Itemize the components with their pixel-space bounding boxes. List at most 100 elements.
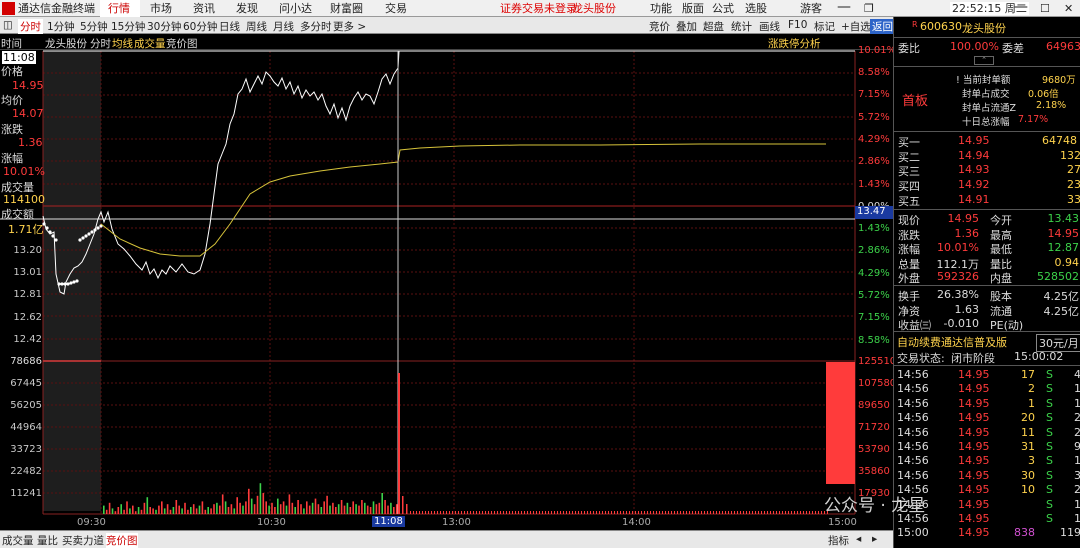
- volume-bar: [221, 494, 224, 514]
- tab-month[interactable]: 月线: [273, 19, 294, 34]
- volume-bar: [500, 511, 501, 514]
- volume-bar: [701, 511, 702, 514]
- scroll-right-icon[interactable]: ▸: [872, 533, 877, 545]
- tab-auction[interactable]: 竞价图: [106, 533, 138, 548]
- volume-bar: [485, 511, 486, 514]
- btn-f10[interactable]: F10: [788, 19, 807, 31]
- buy-price[interactable]: 14.95: [958, 134, 990, 147]
- price-pct-tick: 5.72%: [858, 112, 890, 123]
- btn-biaoji[interactable]: 标记: [814, 19, 835, 34]
- menu-xuangu[interactable]: 选股: [745, 2, 767, 15]
- tab-volume[interactable]: 成交量: [2, 533, 34, 548]
- promo-text[interactable]: 自动续费通达信普及版: [897, 334, 1007, 350]
- quote-label: 外盘: [898, 272, 920, 285]
- restore-icon[interactable]: ❐: [864, 2, 874, 15]
- menu-zixun[interactable]: 资讯: [193, 2, 215, 15]
- volume-bar: [120, 504, 122, 514]
- collapse-icon[interactable]: ⌃: [974, 56, 994, 65]
- time-tick: 15:00: [828, 517, 857, 528]
- volume-bar: [464, 511, 465, 514]
- btn-chaopan[interactable]: 超盘: [703, 19, 724, 34]
- volume-bar: [366, 505, 369, 514]
- menu-gongneng[interactable]: 功能: [650, 2, 672, 15]
- volume-bar: [242, 505, 244, 514]
- auction-dot: [45, 226, 49, 230]
- volume-bar: [476, 511, 477, 514]
- btn-huaxian[interactable]: 画线: [759, 19, 780, 34]
- volume-bar: [542, 511, 543, 514]
- tab-multi[interactable]: 多分时: [300, 19, 332, 34]
- menu-shichang[interactable]: 市场: [150, 2, 172, 15]
- menu-gongshi[interactable]: 公式: [712, 2, 734, 15]
- indicator-button[interactable]: 指标: [828, 533, 849, 548]
- tab-30min[interactable]: 30分钟: [147, 19, 181, 34]
- intraday-chart[interactable]: 时间 龙头股份 分时 均线 成交量 竞价图 × 涨跌停分析 11:08 价格 1…: [0, 34, 896, 530]
- tab-force[interactable]: 买卖力道: [62, 533, 104, 548]
- r-flag: R: [912, 20, 918, 29]
- user-guest[interactable]: 游客: [800, 2, 822, 15]
- scroll-left-icon[interactable]: ◂: [856, 533, 861, 545]
- volume-bar: [190, 507, 192, 514]
- volume-bar: [581, 511, 582, 514]
- volume-bar: [707, 511, 708, 514]
- menu-wenxiaoda[interactable]: 问小达: [279, 2, 312, 15]
- buy-price[interactable]: 14.94: [958, 149, 990, 162]
- btn-tongji[interactable]: 统计: [731, 19, 752, 34]
- stock-link[interactable]: 龙头股份: [572, 2, 616, 15]
- volume-bar: [149, 507, 151, 514]
- menu-faxian[interactable]: 发现: [236, 2, 258, 15]
- volume-bar: [635, 511, 636, 514]
- minimize-icon[interactable]: —: [837, 0, 851, 14]
- btn-diejia[interactable]: 叠加: [676, 19, 697, 34]
- vol-tick-right: 53790: [858, 444, 890, 455]
- volume-bar: [797, 511, 798, 514]
- quote-value: 0.94: [1054, 255, 1080, 269]
- tick-time: 15:00: [897, 526, 929, 540]
- vol-tick-left: 33723: [10, 444, 42, 455]
- login-notice[interactable]: 证券交易未登录: [500, 2, 577, 15]
- volume-bar: [563, 511, 564, 514]
- tab-1min[interactable]: 1分钟: [47, 19, 75, 34]
- buy-label: 买四: [898, 180, 920, 193]
- window-maximize-icon[interactable]: ☐: [1040, 2, 1050, 15]
- auction-dot: [96, 226, 100, 230]
- menu-hangqing[interactable]: 行情: [108, 2, 130, 15]
- tab-day[interactable]: 日线: [219, 19, 240, 34]
- tab-more[interactable]: 更多 >: [333, 19, 366, 34]
- window-close-icon[interactable]: ✕: [1064, 2, 1073, 15]
- tick-side: S: [1046, 512, 1053, 525]
- volume-bar: [608, 511, 609, 514]
- auction-dot: [63, 282, 67, 286]
- tick-side: S: [1046, 425, 1053, 439]
- quote-row: 换手 26.38% 股本 4.25亿: [894, 288, 1080, 303]
- volume-bar: [752, 511, 753, 514]
- tab-liangbi[interactable]: 量比: [37, 533, 58, 548]
- menu-banmian[interactable]: 版面: [682, 2, 704, 15]
- btn-back[interactable]: 返回: [870, 19, 895, 34]
- tab-week[interactable]: 周线: [246, 19, 267, 34]
- tick-price: 14.95: [958, 526, 990, 540]
- volume-bar: [668, 511, 669, 514]
- buy-price[interactable]: 14.91: [958, 193, 990, 206]
- buy-price[interactable]: 14.93: [958, 163, 990, 176]
- btn-jingjia[interactable]: 竞价: [649, 19, 670, 34]
- btn-add-favorite[interactable]: +自选: [841, 19, 871, 34]
- volume-bar: [239, 502, 241, 514]
- buy-price[interactable]: 14.92: [958, 178, 990, 191]
- volume-bar: [770, 511, 771, 514]
- menu-caifuquan[interactable]: 财富圈: [330, 2, 363, 15]
- tick-side: S: [1046, 396, 1053, 410]
- tab-15min[interactable]: 15分钟: [111, 19, 145, 34]
- buy-vol: 23: [1067, 178, 1080, 191]
- tab-60min[interactable]: 60分钟: [183, 19, 217, 34]
- volume-bar: [390, 502, 392, 514]
- tab-5min[interactable]: 5分钟: [80, 19, 108, 34]
- tab-fenshi[interactable]: 分时: [18, 19, 43, 34]
- volume-bar: [785, 511, 786, 514]
- volume-bar: [416, 511, 417, 514]
- layout-icon[interactable]: ◫: [3, 19, 13, 31]
- window-minimize-icon[interactable]: —: [1014, 0, 1028, 14]
- menu-jiaoyi[interactable]: 交易: [385, 2, 407, 15]
- auction-dot: [78, 238, 82, 242]
- volume-bar: [530, 511, 531, 514]
